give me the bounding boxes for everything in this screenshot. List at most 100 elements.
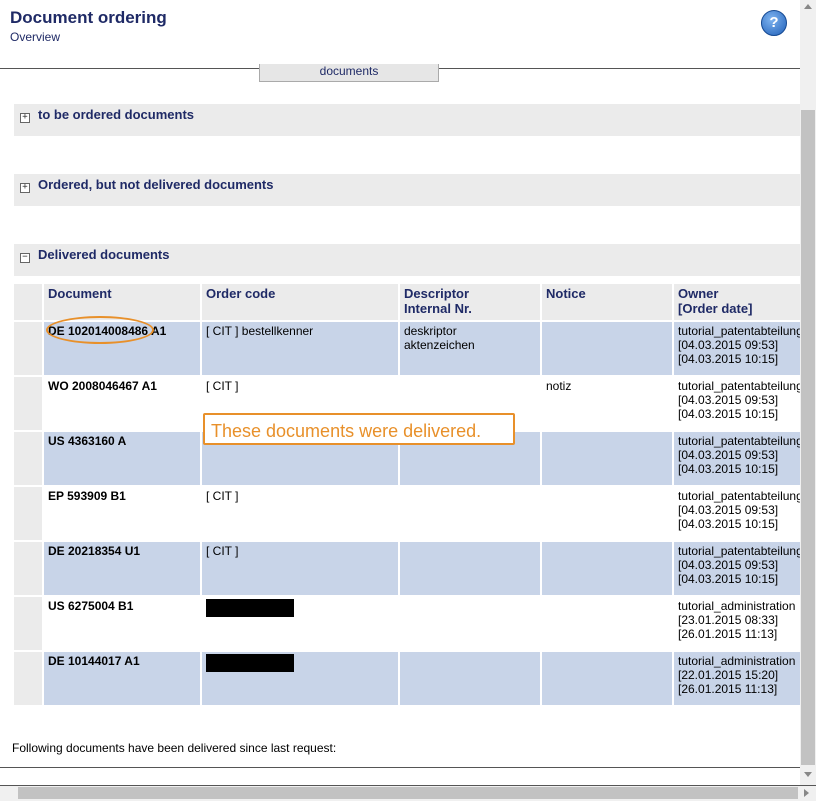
document-number[interactable]: DE 10144017 A1 — [44, 652, 200, 705]
annotation-callout: These documents were delivered. — [203, 413, 515, 445]
owner: tutorial_patentabteilung — [678, 544, 803, 558]
header-owner[interactable]: Owner [Order date] — [674, 284, 814, 320]
order-code-cell — [202, 652, 398, 705]
owner: tutorial_administration — [678, 599, 796, 613]
order-code: [ CIT ] bestellkenner — [202, 322, 398, 375]
order-date: [04.03.2015 09:53] — [678, 558, 779, 572]
table-row[interactable]: US 6275004 B1 tutorial_administration [23… — [14, 597, 814, 650]
section-delivered[interactable]: − Delivered documents — [14, 244, 800, 276]
footer-message: Following documents have been delivered … — [12, 741, 337, 755]
order-date: [04.03.2015 09:53] — [678, 503, 779, 517]
document-number[interactable]: US 6275004 B1 — [44, 597, 200, 650]
header-descriptor-label: Descriptor — [404, 286, 470, 301]
table-header-row: Document Order code Descriptor Internal … — [14, 284, 814, 320]
table-row[interactable]: DE 102014008486 A1 [ CIT ] bestellkenner… — [14, 322, 814, 375]
section-ordered-not-delivered[interactable]: + Ordered, but not delivered documents — [14, 174, 800, 206]
owner-cell: tutorial_patentabteilung [04.03.2015 09:5… — [674, 377, 814, 430]
vertical-scrollbar[interactable] — [800, 0, 816, 785]
page-subtitle: Overview — [10, 30, 61, 44]
order-date: [04.03.2015 09:53] — [678, 393, 779, 407]
section-to-be-ordered[interactable]: + to be ordered documents — [14, 104, 800, 136]
section-label: Delivered documents — [38, 247, 170, 262]
scroll-up-icon[interactable] — [804, 4, 812, 9]
redacted-block — [206, 599, 294, 617]
help-icon[interactable]: ? — [761, 10, 787, 36]
collapse-icon[interactable]: − — [20, 253, 30, 263]
header-spacer — [14, 284, 42, 320]
notice — [542, 487, 672, 540]
expand-icon[interactable]: + — [20, 183, 30, 193]
table-row[interactable]: DE 10144017 A1 tutorial_administration [2… — [14, 652, 814, 705]
owner-cell: tutorial_patentabteilung [04.03.2015 09:5… — [674, 542, 814, 595]
row-selector[interactable] — [14, 432, 42, 485]
documents-button[interactable]: documents — [259, 64, 439, 82]
order-code-cell — [202, 597, 398, 650]
notice — [542, 542, 672, 595]
vertical-scroll-thumb[interactable] — [801, 110, 815, 765]
order-date: [23.01.2015 08:33] — [678, 613, 779, 627]
owner: tutorial_patentabteilung — [678, 379, 803, 393]
internal-nr: aktenzeichen — [404, 338, 475, 352]
page-header: Document ordering Overview ? — [0, 0, 800, 69]
delivery-date: [04.03.2015 10:15] — [678, 352, 779, 366]
owner-cell: tutorial_administration [23.01.2015 08:33… — [674, 597, 814, 650]
delivery-date: [04.03.2015 10:15] — [678, 517, 779, 531]
document-number[interactable]: WO 2008046467 A1 — [44, 377, 200, 430]
horizontal-scrollbar[interactable] — [0, 785, 816, 801]
descriptor-cell — [400, 652, 540, 705]
descriptor-cell — [400, 542, 540, 595]
owner: tutorial_patentabteilung — [678, 489, 803, 503]
order-code: [ CIT ] — [202, 542, 398, 595]
delivery-date: [04.03.2015 10:15] — [678, 572, 779, 586]
owner-cell: tutorial_patentabteilung [04.03.2015 09:5… — [674, 487, 814, 540]
order-date: [22.01.2015 15:20] — [678, 668, 779, 682]
header-order-code[interactable]: Order code — [202, 284, 398, 320]
document-number[interactable]: DE 102014008486 A1 — [44, 322, 200, 375]
scroll-down-icon[interactable] — [804, 772, 812, 777]
delivered-documents-table: Document Order code Descriptor Internal … — [12, 282, 816, 707]
section-label: Ordered, but not delivered documents — [38, 177, 274, 192]
document-number[interactable]: US 4363160 A — [44, 432, 200, 485]
document-number[interactable]: EP 593909 B1 — [44, 487, 200, 540]
divider — [0, 767, 800, 768]
row-selector[interactable] — [14, 487, 42, 540]
descriptor-cell — [400, 597, 540, 650]
row-selector[interactable] — [14, 542, 42, 595]
descriptor-cell — [400, 487, 540, 540]
expand-icon[interactable]: + — [20, 113, 30, 123]
notice — [542, 597, 672, 650]
order-date: [04.03.2015 09:53] — [678, 338, 779, 352]
descriptor: deskriptor — [404, 324, 457, 338]
delivery-date: [26.01.2015 11:13] — [678, 682, 778, 696]
header-internal-nr-label: Internal Nr. — [404, 301, 472, 316]
header-order-date-label: [Order date] — [678, 301, 753, 316]
table-row[interactable]: EP 593909 B1 [ CIT ] tutorial_patentabte… — [14, 487, 814, 540]
scroll-right-icon[interactable] — [804, 789, 809, 797]
descriptor-cell: deskriptor aktenzeichen — [400, 322, 540, 375]
delivery-date: [04.03.2015 10:15] — [678, 407, 779, 421]
notice: notiz — [542, 377, 672, 430]
row-selector[interactable] — [14, 377, 42, 430]
table-row[interactable]: DE 20218354 U1 [ CIT ] tutorial_patentab… — [14, 542, 814, 595]
notice — [542, 322, 672, 375]
notice — [542, 652, 672, 705]
header-document[interactable]: Document — [44, 284, 200, 320]
redacted-block — [206, 654, 294, 672]
notice — [542, 432, 672, 485]
document-number[interactable]: DE 20218354 U1 — [44, 542, 200, 595]
row-selector[interactable] — [14, 597, 42, 650]
header-descriptor[interactable]: Descriptor Internal Nr. — [400, 284, 540, 320]
horizontal-scroll-thumb[interactable] — [18, 787, 798, 799]
order-code: [ CIT ] — [202, 487, 398, 540]
owner: tutorial_patentabteilung — [678, 324, 803, 338]
header-owner-label: Owner — [678, 286, 719, 301]
owner-cell: tutorial_patentabteilung [04.03.2015 09:5… — [674, 432, 814, 485]
header-notice[interactable]: Notice — [542, 284, 672, 320]
owner-cell: tutorial_administration [22.01.2015 15:20… — [674, 652, 814, 705]
order-date: [04.03.2015 09:53] — [678, 448, 779, 462]
page-title: Document ordering — [10, 8, 167, 27]
row-selector[interactable] — [14, 322, 42, 375]
section-label: to be ordered documents — [38, 107, 195, 122]
delivery-date: [04.03.2015 10:15] — [678, 462, 779, 476]
row-selector[interactable] — [14, 652, 42, 705]
